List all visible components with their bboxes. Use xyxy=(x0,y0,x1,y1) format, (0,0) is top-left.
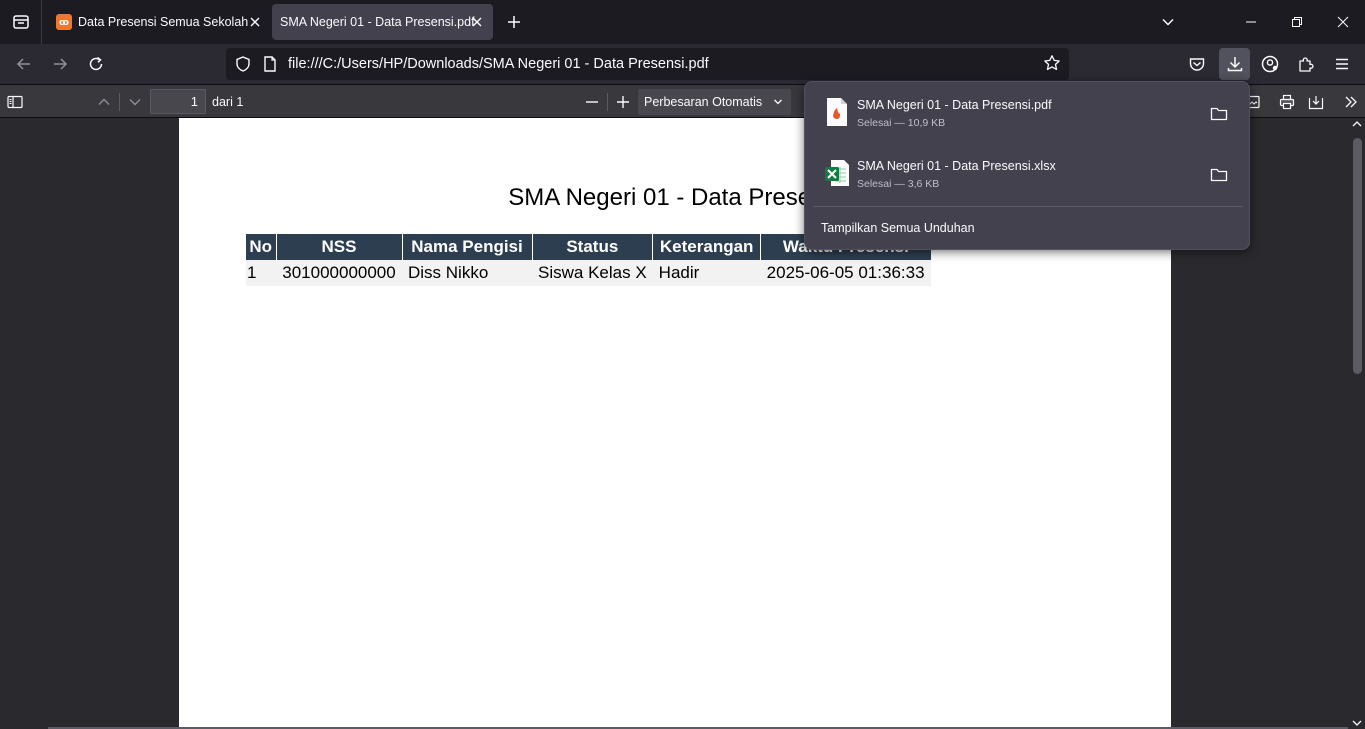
download-icon xyxy=(1227,57,1242,72)
zoom-in-button[interactable] xyxy=(610,89,636,115)
show-in-folder-button[interactable] xyxy=(1205,100,1233,128)
app-menu-button[interactable] xyxy=(1328,50,1356,78)
reload-button[interactable] xyxy=(82,50,110,78)
table-row: 1 301000000000 Diss Nikko Siswa Kelas X … xyxy=(246,260,931,286)
sidebar-toggle-button[interactable] xyxy=(2,89,28,115)
vertical-scrollbar[interactable] xyxy=(1349,118,1365,729)
tab-pdf[interactable]: SMA Negeri 01 - Data Presensi.pdf xyxy=(272,4,493,40)
extensions-button[interactable] xyxy=(1292,50,1320,78)
column-header: No xyxy=(246,234,277,260)
downloads-panel: SMA Negeri 01 - Data Presensi.pdf Selesa… xyxy=(804,81,1250,250)
table-cell: Siswa Kelas X xyxy=(532,260,653,286)
arrow-right-icon xyxy=(54,58,68,70)
show-all-downloads-button[interactable]: Tampilkan Semua Unduhan xyxy=(821,221,975,235)
plus-icon xyxy=(617,96,629,108)
table-cell: 2025-06-05 01:36:33 xyxy=(760,260,931,286)
column-header: NSS xyxy=(276,234,403,260)
chevron-up-icon xyxy=(98,98,110,105)
firefox-view-button[interactable] xyxy=(0,0,42,44)
account-icon xyxy=(1261,55,1279,73)
download-status: Selesai — 3,6 KB xyxy=(857,178,940,190)
folder-icon xyxy=(1210,168,1228,182)
firefox-view-icon xyxy=(12,15,29,29)
zoom-out-button[interactable] xyxy=(579,89,605,115)
scroll-up-icon[interactable] xyxy=(1352,120,1362,128)
folder-icon xyxy=(1210,107,1228,121)
excel-file-icon xyxy=(823,157,851,189)
downloads-button[interactable] xyxy=(1219,48,1250,80)
scroll-down-icon[interactable] xyxy=(1352,719,1362,727)
back-button[interactable] xyxy=(10,50,38,78)
minimize-button[interactable] xyxy=(1228,0,1274,44)
next-page-button[interactable] xyxy=(122,89,148,115)
table-cell: 301000000000 xyxy=(276,260,402,286)
table-cell: Diss Nikko xyxy=(402,260,532,286)
account-button[interactable] xyxy=(1256,50,1284,78)
table-cell: Hadir xyxy=(652,260,761,286)
tab-data-presensi[interactable]: ꝏ Data Presensi Semua Sekolah xyxy=(43,4,271,40)
download-filename: SMA Negeri 01 - Data Presensi.xlsx xyxy=(857,159,1056,173)
sidebar-icon xyxy=(7,95,23,109)
zoom-value: Perbesaran Otomatis xyxy=(644,95,763,109)
table-cell: 1 xyxy=(246,260,276,286)
restore-button[interactable] xyxy=(1274,0,1320,44)
arrow-left-icon xyxy=(16,58,30,70)
puzzle-icon xyxy=(1299,57,1314,72)
divider xyxy=(607,93,608,111)
show-in-folder-button[interactable] xyxy=(1205,161,1233,189)
shield-icon[interactable] xyxy=(234,55,252,73)
download-filename: SMA Negeri 01 - Data Presensi.pdf xyxy=(857,98,1052,112)
divider xyxy=(813,206,1243,207)
minus-icon xyxy=(586,101,598,103)
column-header: Status xyxy=(532,234,654,260)
address-bar[interactable]: file:///C:/Users/HP/Downloads/SMA Negeri… xyxy=(226,48,1069,80)
tab-title: Data Presensi Semua Sekolah xyxy=(78,15,249,29)
new-tab-button[interactable] xyxy=(502,10,526,34)
page-info-icon[interactable] xyxy=(262,55,278,73)
chevron-down-icon xyxy=(1162,18,1174,26)
minimize-icon xyxy=(1246,21,1256,23)
zoom-select[interactable]: Perbesaran Otomatis xyxy=(638,89,791,115)
close-icon xyxy=(1337,16,1349,28)
column-header: Keterangan xyxy=(652,234,762,260)
restore-icon xyxy=(1292,17,1302,27)
printer-icon xyxy=(1279,94,1295,110)
pocket-button[interactable] xyxy=(1183,50,1211,78)
forward-button[interactable] xyxy=(46,50,74,78)
tools-menu-button[interactable] xyxy=(1338,89,1364,115)
page-number-input[interactable]: 1 xyxy=(150,89,206,114)
save-button[interactable] xyxy=(1303,89,1329,115)
tab-title: SMA Negeri 01 - Data Presensi.pdf xyxy=(280,15,475,29)
close-tab-icon[interactable] xyxy=(247,14,263,30)
close-window-button[interactable] xyxy=(1320,0,1365,44)
xampp-icon: ꝏ xyxy=(56,14,72,30)
column-header: Nama Pengisi xyxy=(402,234,533,260)
download-status: Selesai — 10,9 KB xyxy=(857,117,946,129)
pdf-file-icon xyxy=(823,96,851,128)
reload-icon xyxy=(89,56,103,71)
chevron-down-icon xyxy=(129,99,141,106)
print-button[interactable] xyxy=(1274,89,1300,115)
pocket-icon xyxy=(1189,58,1205,71)
page-count-label: dari 1 xyxy=(212,95,244,109)
bookmark-star-icon[interactable] xyxy=(1043,54,1061,72)
download-item-xlsx[interactable]: SMA Negeri 01 - Data Presensi.xlsx Seles… xyxy=(813,147,1243,203)
divider xyxy=(119,93,120,111)
chevron-down-icon xyxy=(774,99,782,105)
list-all-tabs-button[interactable] xyxy=(1145,0,1191,44)
tab-strip: ꝏ Data Presensi Semua Sekolah SMA Negeri… xyxy=(0,0,1365,44)
close-tab-icon[interactable] xyxy=(469,14,485,30)
double-chevron-right-icon xyxy=(1345,96,1357,108)
plus-icon xyxy=(508,16,520,28)
url-text[interactable]: file:///C:/Users/HP/Downloads/SMA Negeri… xyxy=(288,56,709,72)
download-item-pdf[interactable]: SMA Negeri 01 - Data Presensi.pdf Selesa… xyxy=(813,86,1243,142)
previous-page-button[interactable] xyxy=(91,89,117,115)
save-download-icon xyxy=(1308,96,1324,110)
scrollbar-thumb[interactable] xyxy=(1353,138,1362,374)
hamburger-menu-icon xyxy=(1336,58,1348,70)
